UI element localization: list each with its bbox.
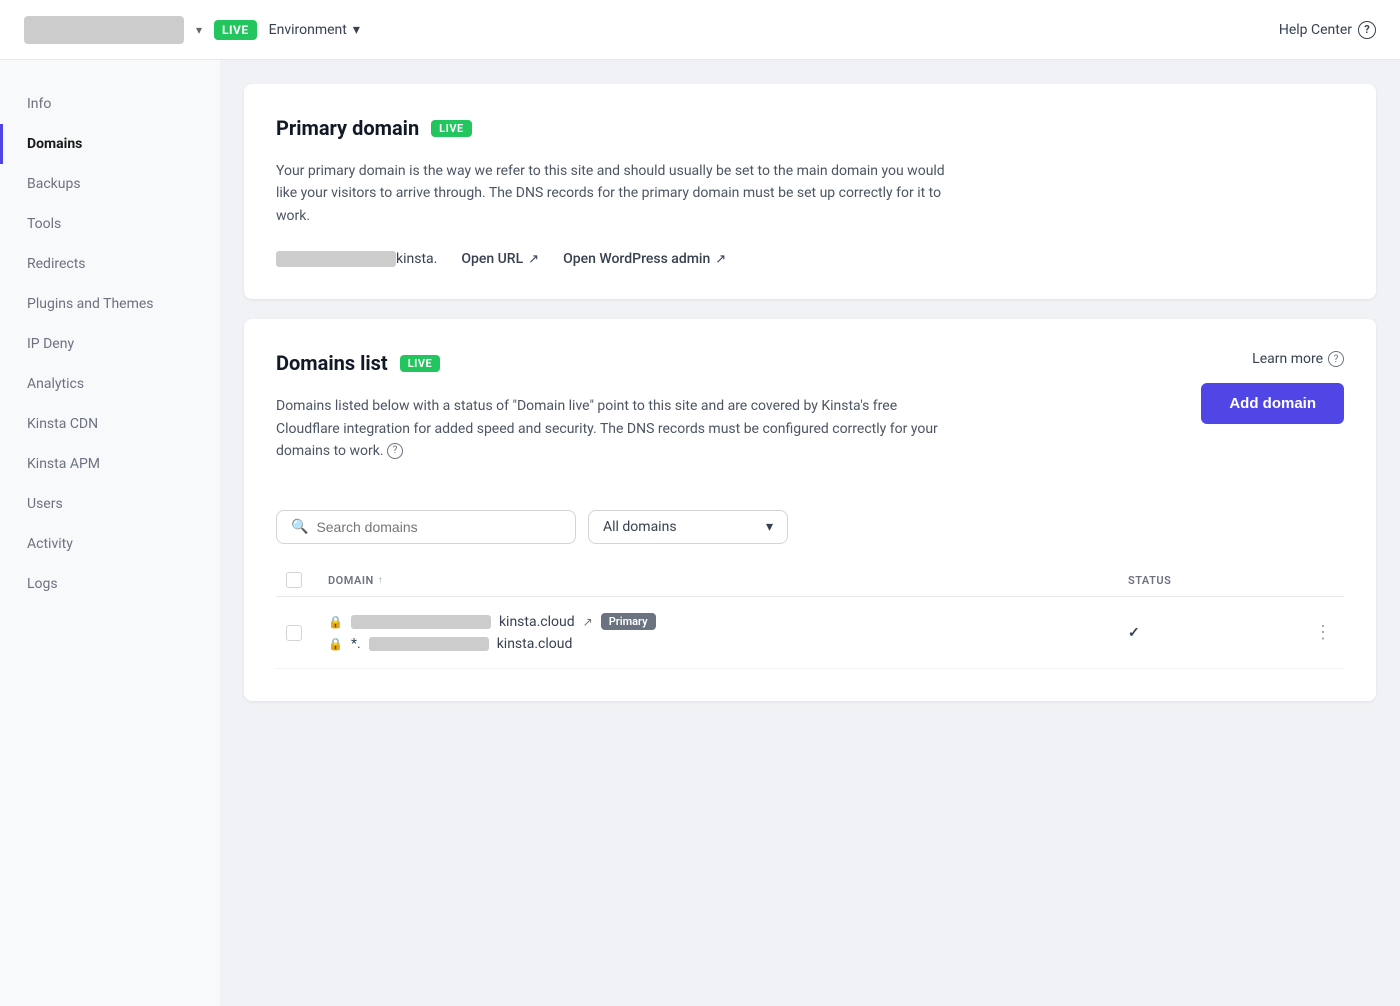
domain-row-wildcard: 🔒 *. kinsta.cloud	[328, 636, 1112, 652]
row-checkbox[interactable]	[286, 625, 302, 641]
domain-suffix-text: kinsta.cloud	[499, 614, 575, 630]
row-actions-menu-button[interactable]: ⋮	[1314, 622, 1334, 643]
domain-column-header: DOMAIN ↑	[328, 574, 1112, 587]
header-left: ▾ LIVE Environment ▾	[24, 16, 360, 44]
help-icon: ?	[1358, 21, 1376, 39]
primary-domain-display: kinsta. Open URL ↗ Open WordPress admin …	[276, 251, 1344, 267]
external-link-icon-wp: ↗	[715, 252, 726, 267]
sidebar-item-users[interactable]: Users	[0, 484, 220, 524]
domains-list-help-icon[interactable]: ?	[387, 443, 403, 459]
open-url-label: Open URL	[461, 251, 523, 267]
primary-badge: Primary	[601, 613, 656, 630]
sidebar-item-plugins-themes[interactable]: Plugins and Themes	[0, 284, 220, 324]
learn-more-icon: ?	[1328, 351, 1344, 367]
add-domain-button[interactable]: Add domain	[1201, 383, 1344, 424]
lock-icon-wildcard: 🔒	[328, 637, 343, 651]
environment-chevron-icon: ▾	[353, 22, 360, 38]
domains-list-live-badge: LIVE	[400, 355, 441, 372]
top-header: ▾ LIVE Environment ▾ Help Center ?	[0, 0, 1400, 60]
page-layout: Info Domains Backups Tools Redirects Plu…	[0, 60, 1400, 1006]
live-environment-badge: LIVE	[214, 20, 257, 40]
sidebar-item-activity[interactable]: Activity	[0, 524, 220, 564]
domain-name-blur	[351, 615, 491, 629]
domain-external-link-icon[interactable]: ↗	[583, 615, 593, 629]
sidebar: Info Domains Backups Tools Redirects Plu…	[0, 60, 220, 1006]
app-logo	[24, 16, 184, 44]
sidebar-item-tools[interactable]: Tools	[0, 204, 220, 244]
open-url-button[interactable]: Open URL ↗	[461, 251, 539, 267]
domains-list-header-left: Domains list LIVE Domains listed below w…	[276, 351, 1201, 486]
domains-list-card: Domains list LIVE Domains listed below w…	[244, 319, 1376, 701]
primary-domain-description: Your primary domain is the way we refer …	[276, 160, 956, 227]
sidebar-item-redirects[interactable]: Redirects	[0, 244, 220, 284]
sidebar-item-info[interactable]: Info	[0, 84, 220, 124]
domains-list-title-row: Domains list LIVE	[276, 351, 1201, 375]
domains-list-title: Domains list	[276, 351, 388, 375]
search-input[interactable]	[316, 519, 561, 535]
table-header: DOMAIN ↑ STATUS	[276, 564, 1344, 597]
open-wp-label: Open WordPress admin	[563, 251, 710, 267]
domain-row-primary: 🔒 kinsta.cloud ↗ Primary	[328, 613, 1112, 630]
select-all-checkbox-cell	[276, 572, 312, 588]
primary-domain-card: Primary domain LIVE Your primary domain …	[244, 84, 1376, 299]
select-all-checkbox[interactable]	[286, 572, 302, 588]
primary-domain-title: Primary domain	[276, 116, 419, 140]
sidebar-item-kinsta-cdn[interactable]: Kinsta CDN	[0, 404, 220, 444]
domains-list-description: Domains listed below with a status of "D…	[276, 395, 956, 462]
wildcard-suffix-text: kinsta.cloud	[497, 636, 573, 652]
actions-cell: ⋮	[1304, 622, 1344, 643]
environment-label: Environment	[269, 22, 347, 38]
domain-name-box: kinsta.	[276, 251, 437, 267]
help-center-label: Help Center	[1279, 22, 1352, 38]
sidebar-item-logs[interactable]: Logs	[0, 564, 220, 604]
learn-more-link[interactable]: Learn more ?	[1252, 351, 1344, 367]
search-icon: 🔍	[291, 519, 308, 535]
help-center-link[interactable]: Help Center ?	[1279, 21, 1376, 39]
filter-chevron-icon: ▾	[766, 519, 773, 535]
sidebar-item-backups[interactable]: Backups	[0, 164, 220, 204]
domains-list-header-right: Learn more ? Add domain	[1201, 351, 1344, 424]
domains-table: DOMAIN ↑ STATUS 🔒 kinsta.	[276, 564, 1344, 669]
primary-domain-live-badge: LIVE	[431, 120, 472, 137]
learn-more-label: Learn more	[1252, 351, 1323, 367]
domain-cell: 🔒 kinsta.cloud ↗ Primary 🔒 *. kinsta.clo…	[328, 613, 1112, 652]
main-content: Primary domain LIVE Your primary domain …	[220, 60, 1400, 1006]
lock-icon: 🔒	[328, 615, 343, 629]
sidebar-item-analytics[interactable]: Analytics	[0, 364, 220, 404]
wildcard-domain-blur	[369, 637, 489, 651]
filter-label: All domains	[603, 519, 677, 535]
open-wordpress-admin-button[interactable]: Open WordPress admin ↗	[563, 251, 726, 267]
sidebar-item-kinsta-apm[interactable]: Kinsta APM	[0, 444, 220, 484]
search-filter-row: 🔍 All domains ▾	[276, 510, 1344, 544]
wildcard-prefix: *.	[351, 636, 361, 652]
filter-dropdown[interactable]: All domains ▾	[588, 510, 788, 544]
status-check-icon: ✓	[1128, 625, 1140, 641]
domain-blur	[276, 251, 396, 267]
domains-list-header: Domains list LIVE Domains listed below w…	[276, 351, 1344, 486]
search-box[interactable]: 🔍	[276, 510, 576, 544]
logo-chevron-icon[interactable]: ▾	[196, 23, 202, 37]
domain-suffix: kinsta.	[396, 251, 437, 267]
sort-icon[interactable]: ↑	[378, 575, 384, 586]
primary-domain-header: Primary domain LIVE	[276, 116, 1344, 140]
table-row: 🔒 kinsta.cloud ↗ Primary 🔒 *. kinsta.clo…	[276, 597, 1344, 669]
status-cell: ✓	[1128, 625, 1288, 641]
sidebar-item-ip-deny[interactable]: IP Deny	[0, 324, 220, 364]
environment-selector[interactable]: Environment ▾	[269, 22, 360, 38]
status-column-header: STATUS	[1128, 574, 1288, 587]
sidebar-item-domains[interactable]: Domains	[0, 124, 220, 164]
external-link-icon: ↗	[528, 252, 539, 267]
row-checkbox-cell	[276, 625, 312, 641]
